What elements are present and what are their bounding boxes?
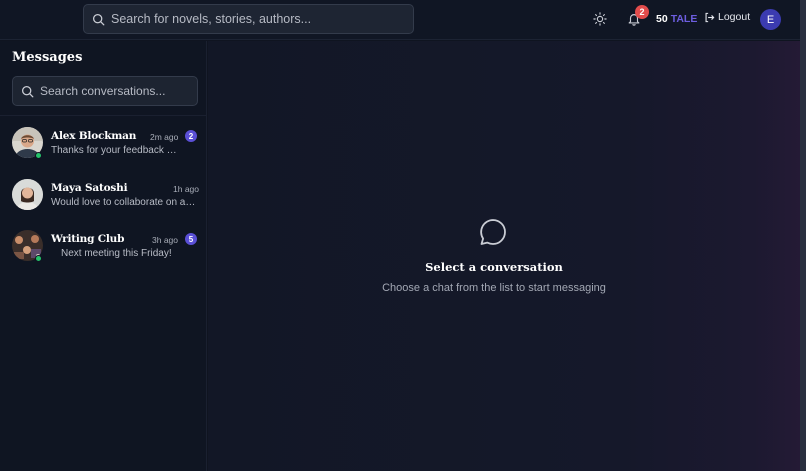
conversation-time: 2m ago	[150, 132, 179, 142]
conversation-item[interactable]: Alex Blockman 2m ago Thanks for your fee…	[0, 119, 207, 169]
logout-label: Logout	[718, 11, 751, 23]
online-indicator	[35, 152, 42, 159]
conversation-time: 3h ago	[152, 235, 178, 245]
conversation-item[interactable]: Maya Satoshi 1h ago Would love to collab…	[0, 171, 207, 221]
conversation-preview: Thanks for your feedback on my story!	[51, 145, 179, 156]
token-balance: 50 TALE	[656, 13, 697, 25]
conversation-name: Alex Blockman	[51, 130, 137, 142]
chat-bubble-icon	[478, 217, 508, 247]
empty-state-subtitle: Choose a chat from the list to start mes…	[382, 282, 606, 294]
empty-state-title: Select a conversation	[425, 260, 563, 274]
conversation-search[interactable]	[12, 76, 198, 106]
contact-avatar	[12, 179, 43, 210]
conversation-preview: Next meeting this Friday!	[61, 248, 172, 259]
chat-panel: Select a conversation Choose a chat from…	[208, 41, 800, 471]
token-unit: TALE	[670, 13, 698, 25]
logout-button[interactable]: Logout	[704, 11, 750, 23]
global-search[interactable]	[83, 4, 414, 34]
conversation-name: Writing Club	[51, 233, 125, 245]
token-amount: 50	[656, 13, 668, 25]
global-search-input[interactable]	[111, 12, 401, 26]
conversation-name: Maya Satoshi	[51, 182, 128, 194]
conversation-item[interactable]: Writing Club 3h ago Next meeting this Fr…	[0, 222, 207, 272]
unread-badge: 5	[185, 233, 197, 245]
user-avatar[interactable]: E	[760, 9, 781, 30]
conversation-time: 1h ago	[173, 184, 199, 194]
notification-count-badge: 2	[635, 5, 649, 19]
conversation-search-input[interactable]	[40, 84, 190, 98]
theme-toggle-sun-icon[interactable]	[592, 11, 608, 27]
unread-badge: 2	[185, 130, 197, 142]
top-bar: 2 50TALE Logout E	[0, 0, 806, 40]
online-indicator	[35, 255, 42, 262]
logout-icon	[704, 12, 715, 23]
search-icon	[92, 13, 105, 26]
sidebar-title: Messages	[12, 50, 83, 65]
search-icon	[21, 85, 34, 98]
messages-sidebar: Messages Alex Blockman 2m ago Thanks for…	[0, 41, 207, 471]
page-scrollbar[interactable]	[800, 0, 806, 471]
sidebar-divider	[0, 115, 207, 116]
conversation-preview: Would love to collaborate on a sequel	[51, 197, 197, 208]
